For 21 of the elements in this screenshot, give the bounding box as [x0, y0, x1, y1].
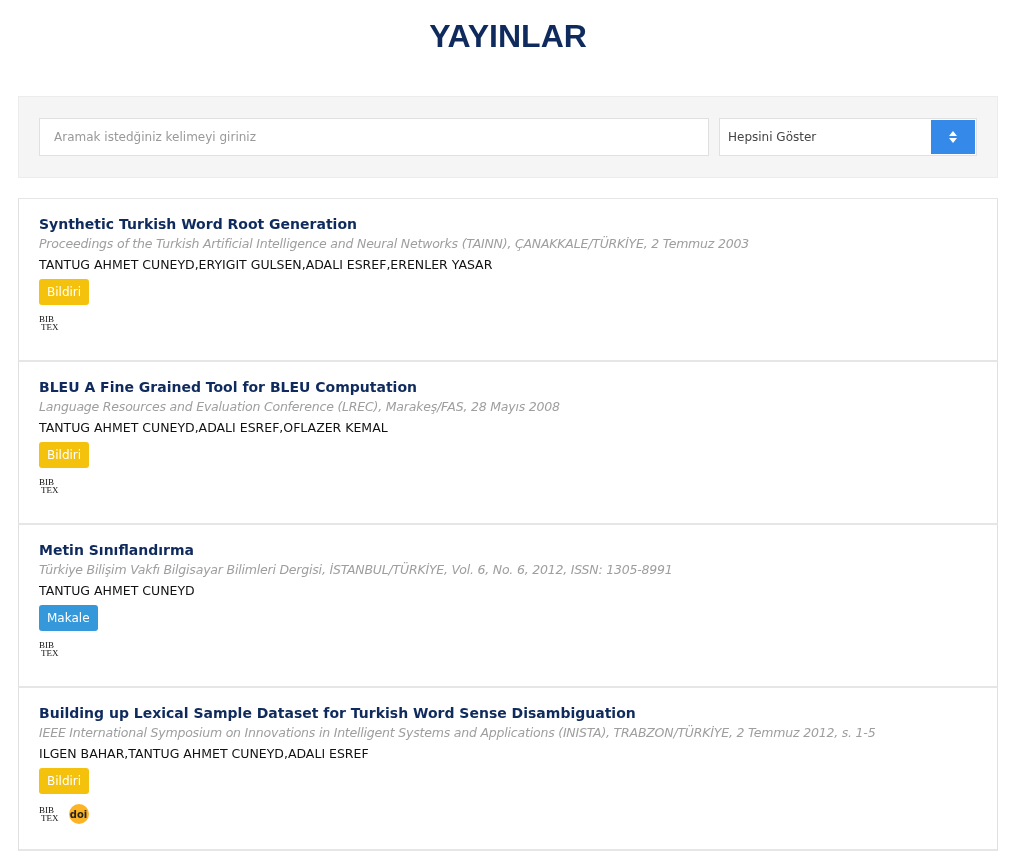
publication-authors: TANTUG AHMET CUNEYD: [39, 583, 195, 598]
publication-title[interactable]: Synthetic Turkish Word Root Generation: [39, 216, 357, 232]
sort-arrows-icon: [949, 131, 957, 143]
publication-venue: IEEE International Symposium on Innovations in Intelligent Systems and Applications (INISTA), TRABZON/TÜRKİYE, 2 Temmuz 2012, s. 1-5: [39, 725, 876, 740]
publication-authors: TANTUG AHMET CUNEYD,ERYIGIT GULSEN,ADALI ESREF,ERENLER YASAR: [39, 257, 493, 272]
search-field[interactable]: Aramak istedğiniz kelimeyi giriniz: [39, 118, 709, 156]
publication-title[interactable]: Metin Sınıflandırma: [39, 542, 194, 558]
bibtex-link[interactable]: BIB TEX: [39, 641, 59, 657]
publication-venue: Türkiye Bilişim Vakfı Bilgisayar Bilimleri Dergisi, İSTANBUL/TÜRKİYE, Vol. 6, No. 6, 2012, ISSN: 1305-8991: [39, 562, 673, 577]
publication-authors: ILGEN BAHAR,TANTUG AHMET CUNEYD,ADALI ESREF: [39, 746, 369, 761]
publication-title[interactable]: Building up Lexical Sample Dataset for Turkish Word Sense Disambiguation: [39, 705, 636, 721]
page-title: YAYINLAR: [429, 18, 587, 55]
publication-authors: TANTUG AHMET CUNEYD,ADALI ESREF,OFLAZER KEMAL: [39, 420, 388, 435]
publication-title[interactable]: BLEU A Fine Grained Tool for BLEU Computation: [39, 379, 417, 395]
type-select[interactable]: Hepsini Göster: [719, 118, 977, 156]
bibtex-link[interactable]: BIB TEX: [39, 315, 59, 331]
publication-venue: Language Resources and Evaluation Conference (LREC), Marakeş/FAS, 28 Mayıs 2008: [39, 399, 560, 414]
bibtex-link[interactable]: BIB TEX: [39, 478, 59, 494]
publication-venue: Proceedings of the Turkish Artificial Intelligence and Neural Networks (TAINN), ÇANAKKALE/TÜRKİYE, 2 Temmuz 2003: [39, 236, 749, 251]
doi-link[interactable]: doi: [68, 804, 89, 824]
bibtex-link[interactable]: BIB TEX: [39, 806, 59, 822]
